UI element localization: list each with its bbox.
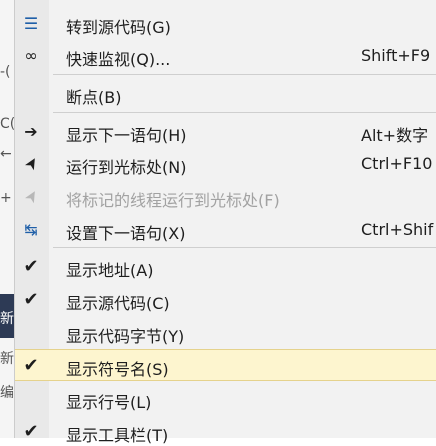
menu-item-label: 显示符号名(S) xyxy=(66,360,169,379)
background-text: 新 xyxy=(0,311,14,327)
goto-source-icon: ☰ xyxy=(23,13,39,33)
arrow-right-icon: ➔ xyxy=(24,121,38,141)
menu-item-label: 显示下一语句(H) xyxy=(66,126,187,145)
menu-separator xyxy=(53,74,436,75)
cursor-icon: ➤ xyxy=(19,185,43,207)
menu-item-set-next-statement[interactable]: ↹ 设置下一语句(X) Ctrl+Shif xyxy=(15,214,436,244)
menu-item-label: 设置下一语句(X) xyxy=(66,224,186,243)
glasses-icon: ∞ xyxy=(24,45,38,65)
menu-item-label: 显示工具栏(T) xyxy=(66,426,169,445)
menu-separator xyxy=(53,247,436,248)
background-text: -( xyxy=(0,64,11,80)
check-icon: ✔ xyxy=(23,420,39,442)
menu-item-shortcut: Shift+F9 xyxy=(361,46,431,65)
menu-item-breakpoint[interactable]: 断点(B) xyxy=(15,78,436,108)
background-text: C( xyxy=(0,116,16,132)
menu-item-label: 快速监视(Q)... xyxy=(66,50,171,69)
check-icon: ✔ xyxy=(23,288,39,310)
menu-item-run-flagged-threads-to-cursor[interactable]: ➤ 将标记的线程运行到光标处(F) xyxy=(15,181,436,211)
menu-item-label: 显示代码字节(Y) xyxy=(66,327,185,346)
menu-item-show-line-numbers[interactable]: 显示行号(L) xyxy=(15,383,436,413)
menu-item-run-to-cursor[interactable]: ➤ 运行到光标处(N) Ctrl+F10 xyxy=(15,148,436,178)
menu-item-quick-watch[interactable]: ∞ 快速监视(Q)... Shift+F9 xyxy=(15,40,436,70)
menu-item-label: 将标记的线程运行到光标处(F) xyxy=(66,191,280,210)
menu-item-label: 显示行号(L) xyxy=(66,393,152,412)
background-text: ← xyxy=(0,146,12,162)
check-icon: ✔ xyxy=(23,255,39,277)
menu-item-show-symbol-names[interactable]: ✔ 显示符号名(S) xyxy=(15,349,436,381)
menu-item-shortcut: Ctrl+F10 xyxy=(361,154,433,173)
check-icon: ✔ xyxy=(23,354,39,376)
menu-item-show-source-code[interactable]: ✔ 显示源代码(C) xyxy=(15,284,436,314)
menu-item-label: 显示地址(A) xyxy=(66,261,154,280)
menu-item-shortcut: Alt+数字 xyxy=(361,126,429,145)
menu-item-show-next-statement[interactable]: ➔ 显示下一语句(H) Alt+数字 xyxy=(15,116,436,146)
menu-separator xyxy=(53,112,436,113)
menu-item-goto-source[interactable]: ☰ 转到源代码(G) xyxy=(15,8,436,38)
background-text: 新 xyxy=(0,351,14,367)
cursor-icon: ➤ xyxy=(19,152,43,174)
menu-item-label: 转到源代码(G) xyxy=(66,18,171,37)
set-next-statement-icon: ↹ xyxy=(24,219,38,239)
background-text: + xyxy=(0,190,12,206)
menu-item-label: 断点(B) xyxy=(66,88,122,107)
menu-item-show-address[interactable]: ✔ 显示地址(A) xyxy=(15,251,436,281)
menu-item-show-code-bytes[interactable]: 显示代码字节(Y) xyxy=(15,317,436,347)
background-text: 编 xyxy=(0,385,14,401)
background-selected-tab: 新 xyxy=(0,294,14,338)
menu-item-label: 运行到光标处(N) xyxy=(66,158,187,177)
menu-item-show-toolbar[interactable]: ✔ 显示工具栏(T) xyxy=(15,416,436,446)
context-menu: ☰ 转到源代码(G) ∞ 快速监视(Q)... Shift+F9 断点(B) ➔… xyxy=(14,0,436,445)
menu-item-label: 显示源代码(C) xyxy=(66,294,170,313)
menu-item-shortcut: Ctrl+Shif xyxy=(361,220,434,239)
